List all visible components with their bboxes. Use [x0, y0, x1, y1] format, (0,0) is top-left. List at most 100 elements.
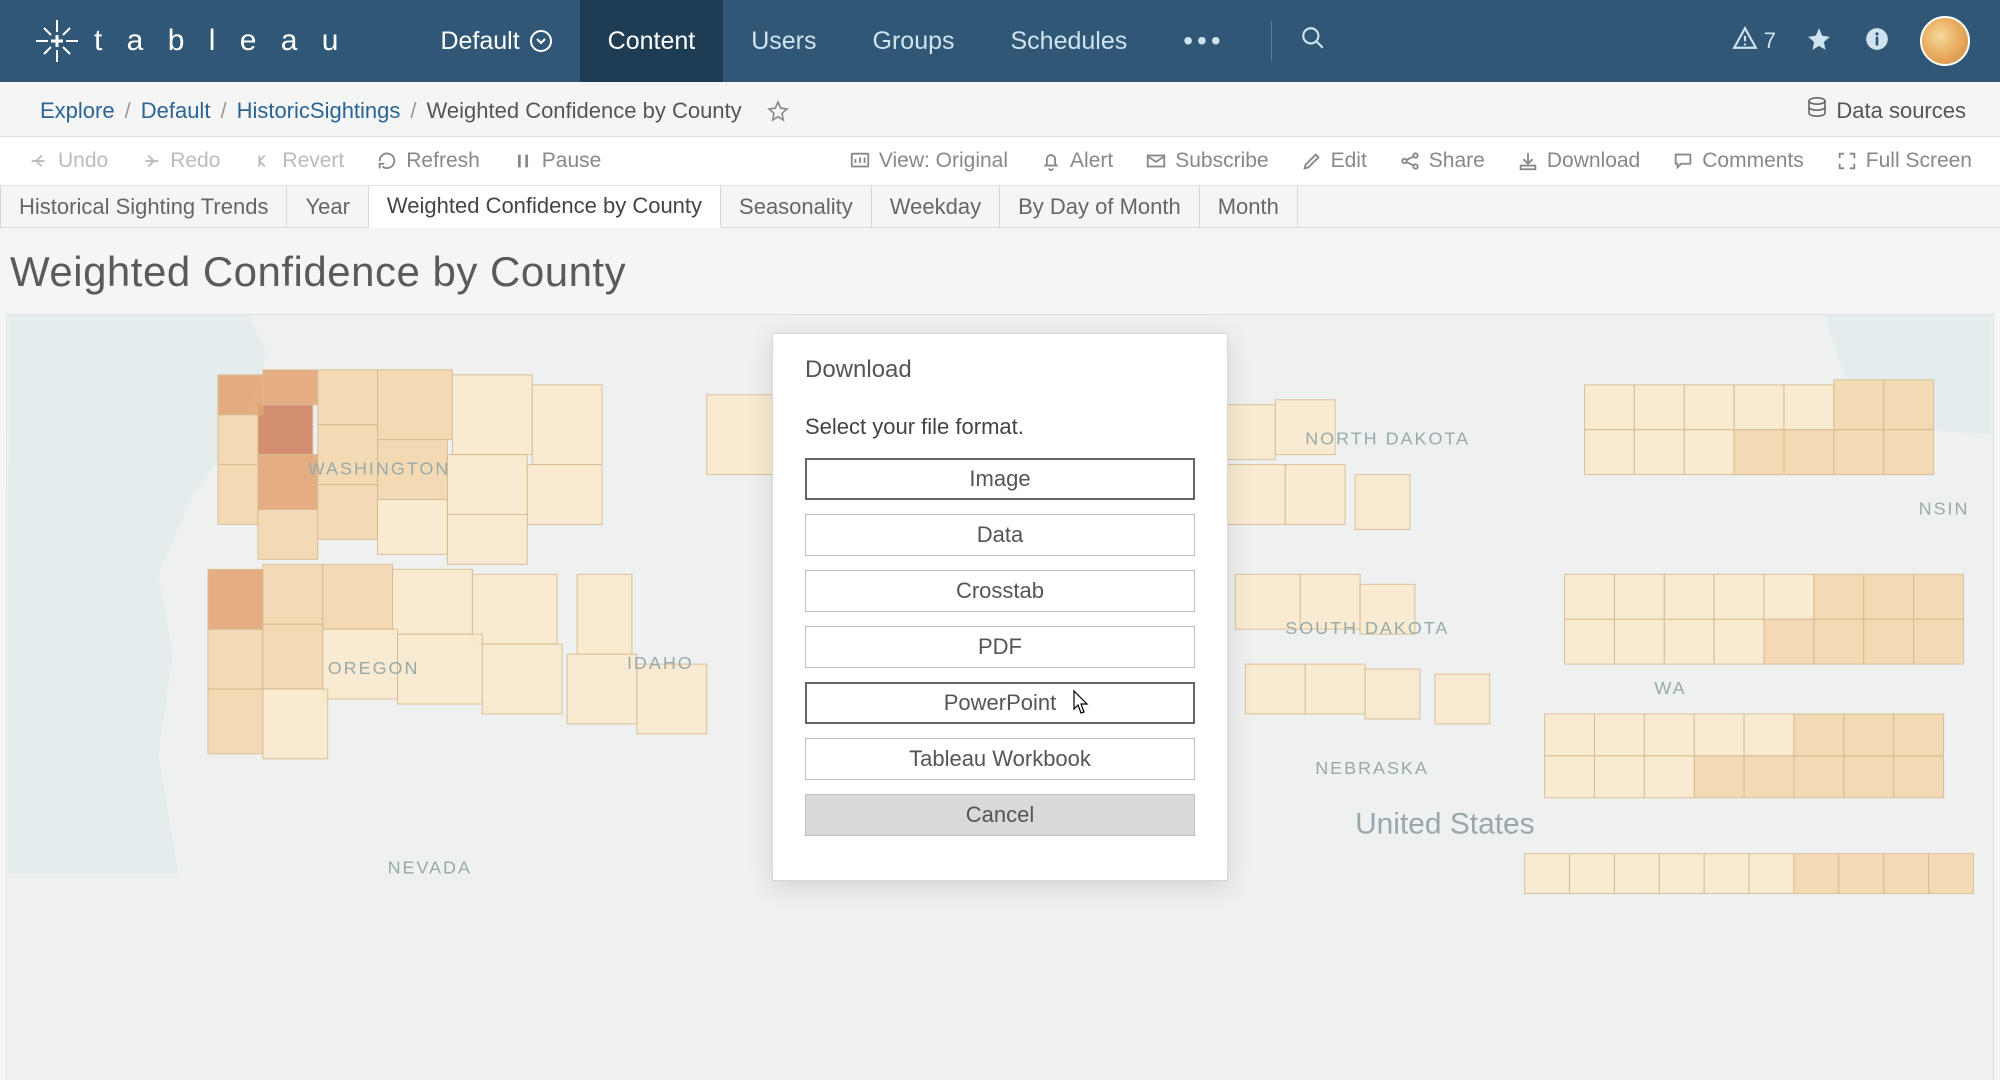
top-nav: t a b l e a u Default Content Users Grou… [0, 0, 2000, 82]
comment-icon [1672, 150, 1694, 172]
pause-button[interactable]: Pause [498, 136, 616, 186]
data-sources-link[interactable]: Data sources [1806, 96, 1966, 126]
arrow-right-icon [140, 150, 162, 172]
share-button[interactable]: Share [1385, 136, 1499, 186]
nav-content[interactable]: Content [580, 0, 724, 82]
fullscreen-label: Full Screen [1866, 149, 1972, 173]
favorite-star-icon[interactable] [766, 99, 790, 123]
envelope-icon [1145, 150, 1167, 172]
sheet-tabs: Historical Sighting Trends Year Weighted… [0, 186, 2000, 228]
tab-by-day-of-month[interactable]: By Day of Month [1000, 186, 1200, 227]
crumb-sep: / [220, 98, 226, 124]
nav-users[interactable]: Users [723, 0, 844, 82]
download-option-image[interactable]: Image [805, 458, 1195, 500]
download-option-tableau-workbook[interactable]: Tableau Workbook [805, 738, 1195, 780]
label-north-dakota: NORTH DAKOTA [1305, 429, 1470, 449]
download-option-data[interactable]: Data [805, 514, 1195, 556]
label-washington: WASHINGTON [308, 459, 451, 479]
bell-icon [1040, 150, 1062, 172]
info-icon [1864, 26, 1890, 57]
option-label: Image [969, 466, 1030, 491]
label-iowa-cut: WA [1654, 678, 1686, 698]
search-icon [1300, 25, 1326, 58]
refresh-button[interactable]: Refresh [362, 136, 494, 186]
nav-schedules[interactable]: Schedules [983, 0, 1156, 82]
nav-right: 7 [1732, 16, 2000, 66]
download-option-pdf[interactable]: PDF [805, 626, 1195, 668]
tab-label: Year [305, 194, 349, 220]
tab-label: Month [1218, 194, 1279, 220]
nav-info[interactable] [1862, 26, 1892, 56]
undo-button[interactable]: Undo [14, 136, 122, 186]
view-button[interactable]: View: Original [835, 136, 1022, 186]
label-south-dakota: SOUTH DAKOTA [1285, 618, 1449, 638]
nav-search[interactable] [1290, 0, 1336, 82]
download-option-powerpoint[interactable]: PowerPoint [805, 682, 1195, 724]
label-nebraska: NEBRASKA [1315, 758, 1429, 778]
download-cancel-button[interactable]: Cancel [805, 794, 1195, 836]
viz-toolbar: Undo Redo Revert Refresh Pause View: Ori… [0, 136, 2000, 186]
share-icon [1399, 150, 1421, 172]
nav-favorites[interactable] [1804, 26, 1834, 56]
redo-button[interactable]: Redo [126, 136, 234, 186]
download-option-crosstab[interactable]: Crosstab [805, 570, 1195, 612]
tab-historical-sighting-trends[interactable]: Historical Sighting Trends [0, 186, 287, 227]
refresh-label: Refresh [406, 149, 480, 173]
fullscreen-icon [1836, 150, 1858, 172]
crumb-sep: / [410, 98, 416, 124]
tab-year[interactable]: Year [287, 186, 368, 227]
nav-label: Content [608, 27, 696, 56]
tab-weighted-confidence[interactable]: Weighted Confidence by County [369, 186, 721, 228]
share-label: Share [1429, 149, 1485, 173]
tab-weekday[interactable]: Weekday [872, 186, 1000, 227]
tableau-glyph-icon [34, 18, 80, 64]
nav-divider [1271, 21, 1272, 61]
fullscreen-button[interactable]: Full Screen [1822, 136, 1986, 186]
subscribe-label: Subscribe [1175, 149, 1268, 173]
undo-label: Undo [58, 149, 108, 173]
label-wisconsin-cut: NSIN [1919, 498, 1970, 518]
pause-label: Pause [542, 149, 602, 173]
label-united-states: United States [1355, 808, 1535, 841]
option-label: PDF [978, 634, 1022, 659]
nav-groups[interactable]: Groups [845, 0, 983, 82]
revert-button[interactable]: Revert [238, 136, 358, 186]
tab-month[interactable]: Month [1200, 186, 1298, 227]
pencil-icon [1301, 150, 1323, 172]
tableau-logo[interactable]: t a b l e a u [0, 18, 380, 64]
download-button[interactable]: Download [1503, 136, 1654, 186]
avatar[interactable] [1920, 16, 1970, 66]
map-viz[interactable]: WASHINGTON OREGON IDAHO NEVADA [6, 314, 1994, 1080]
crumb-explore[interactable]: Explore [40, 98, 115, 124]
dialog-prompt: Select your file format. [805, 414, 1195, 440]
tab-seasonality[interactable]: Seasonality [721, 186, 872, 227]
site-picker[interactable]: Default [380, 0, 579, 82]
download-dialog: Download Select your file format. Image … [772, 333, 1228, 881]
option-label: Crosstab [956, 578, 1044, 603]
crumb-historicsightings[interactable]: HistoricSightings [237, 98, 401, 124]
crumb-default[interactable]: Default [141, 98, 211, 124]
refresh-icon [376, 150, 398, 172]
data-sources-label: Data sources [1836, 98, 1966, 124]
crumb-current: Weighted Confidence by County [427, 98, 742, 124]
revert-icon [252, 150, 274, 172]
tableau-wordmark: t a b l e a u [94, 24, 346, 58]
label-nevada: NEVADA [388, 858, 472, 878]
pause-icon [512, 150, 534, 172]
nav-alerts[interactable]: 7 [1732, 25, 1776, 57]
edit-button[interactable]: Edit [1287, 136, 1381, 186]
alert-button[interactable]: Alert [1026, 136, 1127, 186]
option-label: PowerPoint [944, 690, 1057, 715]
label-idaho: IDAHO [627, 653, 694, 673]
cancel-label: Cancel [966, 802, 1034, 827]
comments-button[interactable]: Comments [1658, 136, 1818, 186]
comments-label: Comments [1702, 149, 1804, 173]
nav-more[interactable]: ••• [1155, 0, 1252, 82]
view-label: View: Original [879, 149, 1008, 173]
tab-label: Weighted Confidence by County [387, 193, 702, 219]
option-label: Tableau Workbook [909, 746, 1091, 771]
subscribe-button[interactable]: Subscribe [1131, 136, 1282, 186]
chevron-down-icon [530, 30, 552, 52]
download-label: Download [1547, 149, 1640, 173]
edit-label: Edit [1331, 149, 1367, 173]
